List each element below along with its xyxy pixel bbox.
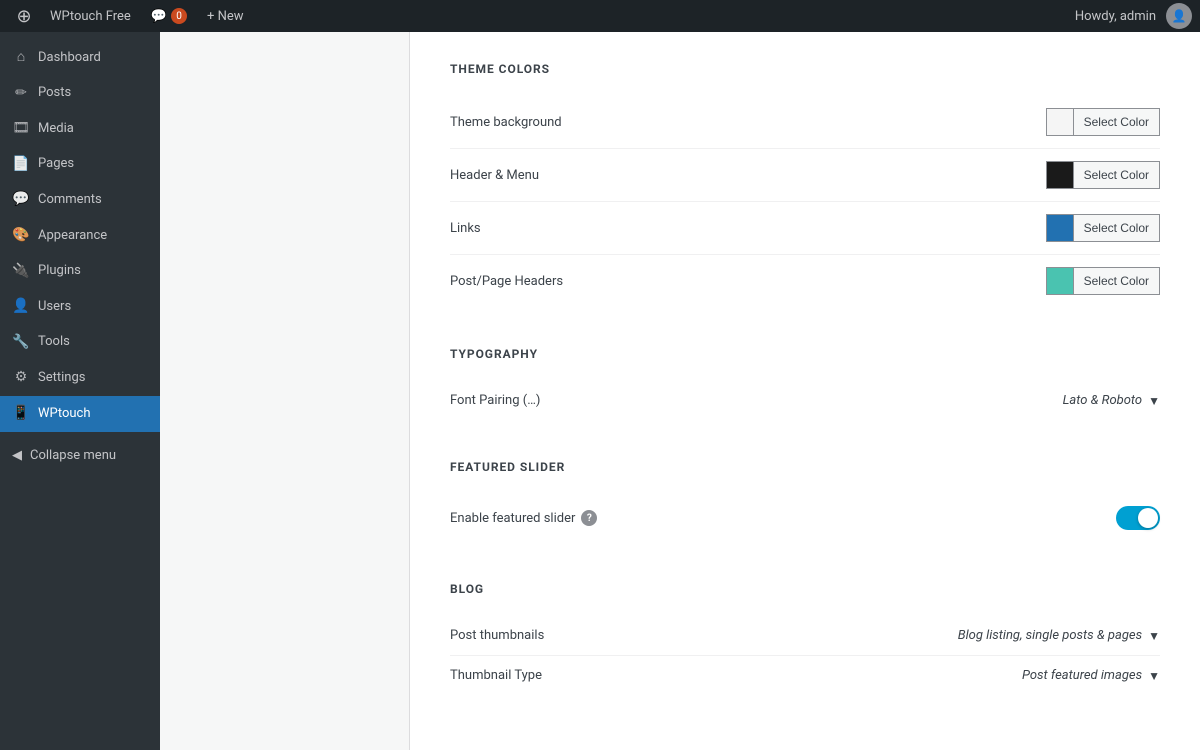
thumbnail-type-label: Thumbnail Type	[450, 668, 542, 683]
header-menu-label: Header & Menu	[450, 168, 539, 183]
sidebar-item-label: Appearance	[38, 227, 107, 245]
post-thumbnails-dropdown[interactable]: Blog listing, single posts & pages ▼	[958, 628, 1160, 643]
wp-logo[interactable]: ⊕	[8, 0, 40, 32]
sidebar-item-label: Media	[38, 120, 74, 138]
theme-bg-label: Theme background	[450, 115, 562, 130]
sidebar-item-posts[interactable]: ✏ Posts	[0, 76, 160, 112]
enable-slider-row: Enable featured slider ?	[450, 494, 1160, 542]
font-pairing-arrow: ▼	[1148, 394, 1160, 408]
wptouch-icon: 📱	[12, 404, 30, 424]
sidebar-item-comments[interactable]: 💬 Comments	[0, 182, 160, 218]
thumbnail-type-dropdown[interactable]: Post featured images ▼	[1022, 668, 1160, 683]
sidebar-item-label: Pages	[38, 155, 74, 173]
sidebar-item-dashboard[interactable]: ⌂ Dashboard	[0, 40, 160, 76]
theme-bg-color-select: Select Color	[1046, 108, 1160, 136]
post-thumbnails-row: Post thumbnails Blog listing, single pos…	[450, 616, 1160, 656]
post-thumbnails-label: Post thumbnails	[450, 628, 544, 643]
adminbar-howdy: Howdy, admin	[1065, 9, 1166, 24]
adminbar-new[interactable]: + New	[197, 0, 254, 32]
comment-icon: 💬	[151, 9, 167, 24]
media-icon: 🎞	[12, 119, 30, 139]
featured-slider-title: FEATURED SLIDER	[450, 460, 1160, 474]
post-headers-swatch	[1046, 267, 1074, 295]
admin-avatar[interactable]: 👤	[1166, 3, 1192, 29]
thumbnail-type-row: Thumbnail Type Post featured images ▼	[450, 656, 1160, 695]
font-pairing-dropdown[interactable]: Lato & Roboto ▼	[1063, 393, 1160, 408]
featured-slider-section: FEATURED SLIDER Enable featured slider ?	[450, 460, 1160, 542]
links-label: Links	[450, 221, 481, 236]
blog-title: BLOG	[450, 582, 1160, 596]
post-headers-color-btn[interactable]: Select Color	[1074, 267, 1160, 295]
thumbnail-type-value: Post featured images	[1022, 668, 1142, 683]
links-color-btn[interactable]: Select Color	[1074, 214, 1160, 242]
header-menu-row: Header & Menu Select Color	[450, 149, 1160, 202]
post-headers-label: Post/Page Headers	[450, 274, 563, 289]
sidebar-item-label: WPtouch	[38, 405, 91, 423]
theme-bg-color-btn[interactable]: Select Color	[1074, 108, 1160, 136]
adminbar-comments[interactable]: 💬 0	[141, 0, 197, 32]
header-menu-color-btn[interactable]: Select Color	[1074, 161, 1160, 189]
thumbnail-type-arrow: ▼	[1148, 669, 1160, 683]
theme-bg-row: Theme background Select Color	[450, 96, 1160, 149]
users-icon: 👤	[12, 297, 30, 317]
post-thumbnails-arrow: ▼	[1148, 629, 1160, 643]
comments-icon: 💬	[12, 190, 30, 210]
post-headers-row: Post/Page Headers Select Color	[450, 255, 1160, 307]
post-thumbnails-value: Blog listing, single posts & pages	[958, 628, 1142, 643]
posts-icon: ✏	[12, 84, 30, 104]
sidebar-item-label: Plugins	[38, 262, 81, 280]
comments-count-badge: 0	[171, 8, 187, 24]
adminbar-site-name[interactable]: WPtouch Free	[40, 0, 141, 32]
toggle-thumb	[1138, 508, 1158, 528]
sidebar-item-label: Settings	[38, 369, 85, 387]
font-pairing-label: Font Pairing (…)	[450, 393, 540, 408]
sidebar-item-label: Posts	[38, 84, 71, 102]
sidebar-item-tools[interactable]: 🔧 Tools	[0, 325, 160, 361]
sidebar-item-settings[interactable]: ⚙ Settings	[0, 360, 160, 396]
plugins-icon: 🔌	[12, 262, 30, 282]
settings-content: THEME COLORS Theme background Select Col…	[410, 32, 1200, 750]
font-pairing-value: Lato & Roboto	[1063, 393, 1143, 408]
enable-slider-label: Enable featured slider ?	[450, 510, 597, 526]
sidebar-item-label: Users	[38, 298, 71, 316]
adminbar-right: Howdy, admin 👤	[1065, 3, 1192, 29]
enable-slider-toggle[interactable]	[1116, 506, 1160, 530]
sidebar-item-label: Comments	[38, 191, 102, 209]
typography-title: TYPOGRAPHY	[450, 347, 1160, 361]
theme-bg-swatch	[1046, 108, 1074, 136]
typography-section: TYPOGRAPHY Font Pairing (…) Lato & Robot…	[450, 347, 1160, 420]
tools-icon: 🔧	[12, 333, 30, 353]
sidebar-item-label: Tools	[38, 333, 70, 351]
links-swatch	[1046, 214, 1074, 242]
pages-icon: 📄	[12, 155, 30, 175]
dashboard-icon: ⌂	[12, 48, 30, 68]
sidebar-item-pages[interactable]: 📄 Pages	[0, 147, 160, 183]
admin-bar: ⊕ WPtouch Free 💬 0 + New Howdy, admin 👤	[0, 0, 1200, 32]
sidebar-item-users[interactable]: 👤 Users	[0, 289, 160, 325]
sidebar-item-wptouch[interactable]: 📱 WPtouch	[0, 396, 160, 432]
blog-section: BLOG Post thumbnails Blog listing, singl…	[450, 582, 1160, 695]
theme-colors-title: THEME COLORS	[450, 62, 1160, 76]
settings-icon: ⚙	[12, 368, 30, 388]
sidebar-item-label: Dashboard	[38, 49, 101, 67]
post-headers-color-select: Select Color	[1046, 267, 1160, 295]
sidebar: ⌂ Dashboard ✏ Posts 🎞 Media 📄 Pages 💬 Comments 🎨 Ap…	[0, 32, 160, 750]
sidebar-item-appearance[interactable]: 🎨 Appearance	[0, 218, 160, 254]
header-menu-color-select: Select Color	[1046, 161, 1160, 189]
sidebar-item-media[interactable]: 🎞 Media	[0, 111, 160, 147]
header-menu-swatch	[1046, 161, 1074, 189]
left-panel	[160, 32, 410, 750]
collapse-icon: ◀	[12, 448, 22, 463]
links-color-select: Select Color	[1046, 214, 1160, 242]
theme-colors-section: THEME COLORS Theme background Select Col…	[450, 62, 1160, 307]
enable-slider-help-icon[interactable]: ?	[581, 510, 597, 526]
font-pairing-row: Font Pairing (…) Lato & Roboto ▼	[450, 381, 1160, 420]
collapse-menu-button[interactable]: ◀ Collapse menu	[0, 440, 160, 471]
links-row: Links Select Color	[450, 202, 1160, 255]
sidebar-item-plugins[interactable]: 🔌 Plugins	[0, 254, 160, 290]
appearance-icon: 🎨	[12, 226, 30, 246]
